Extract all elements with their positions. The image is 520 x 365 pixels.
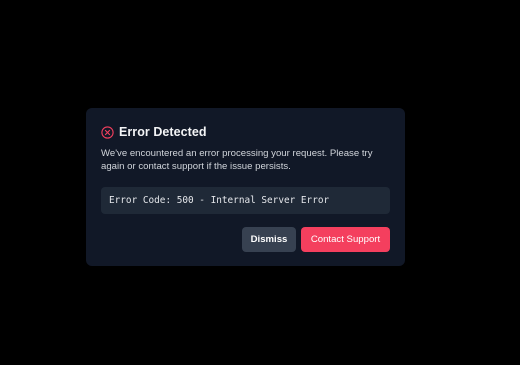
dismiss-button[interactable]: Dismiss <box>242 227 296 252</box>
error-code-box: Error Code: 500 - Internal Server Error <box>101 187 390 214</box>
error-circle-x-icon <box>101 125 114 139</box>
error-code-text: Error Code: 500 - Internal Server Error <box>109 195 330 206</box>
dialog-actions: Dismiss Contact Support <box>242 227 390 252</box>
dialog-header: Error Detected <box>101 125 390 139</box>
error-dialog: Error Detected We've encountered an erro… <box>86 108 405 266</box>
modal-overlay: Error Detected We've encountered an erro… <box>0 0 520 365</box>
dialog-title: Error Detected <box>119 125 207 139</box>
contact-support-button[interactable]: Contact Support <box>301 227 390 252</box>
dialog-message: We've encountered an error processing yo… <box>101 148 373 172</box>
